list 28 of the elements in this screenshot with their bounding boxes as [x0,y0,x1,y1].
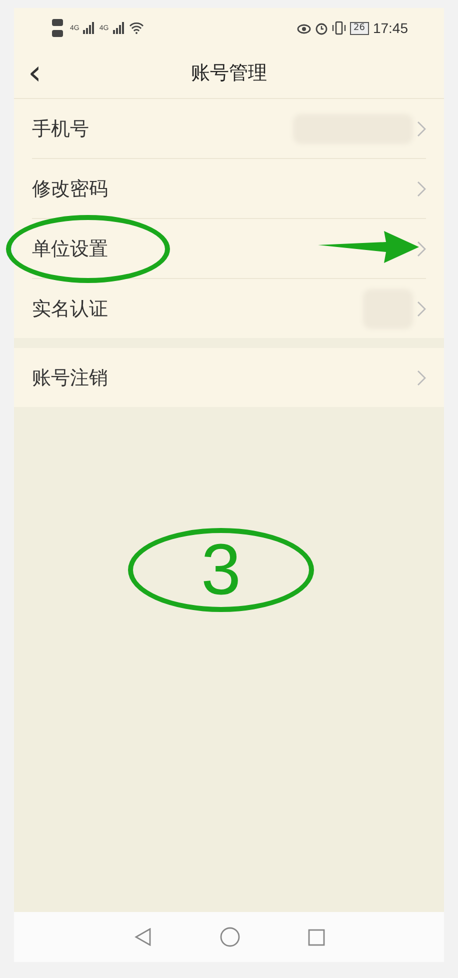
eye-icon [296,22,310,34]
home-icon[interactable] [220,927,240,947]
signal-icon [83,22,96,34]
settings-row[interactable]: 手机号 [32,99,426,159]
battery-level: 26 [350,22,369,34]
row-label: 修改密码 [32,176,108,202]
settings-row[interactable]: 账号注销 [32,348,426,407]
recents-icon[interactable] [308,928,324,946]
chevron-icon [417,300,426,316]
signal-icon [112,22,125,34]
vibrate-icon [332,21,346,35]
row-label: 实名认证 [32,296,108,322]
back-button[interactable]: ‹ [28,53,42,93]
wifi-icon [128,22,144,34]
row-label: 单位设置 [32,236,108,262]
row-label: 手机号 [32,116,89,142]
step-number: 3 [200,534,242,606]
row-label: 账号注销 [32,366,108,390]
clock-time: 17:45 [372,20,408,36]
settings-row[interactable]: 实名认证 [32,279,426,338]
chevron-icon [417,120,426,136]
settings-row[interactable]: 修改密码 [32,159,426,219]
back-icon[interactable] [134,928,152,946]
chevron-icon [417,240,426,256]
page-title: 账号管理 [191,61,267,86]
chevron-icon [417,370,426,386]
chevron-icon [417,180,426,196]
alarm-icon [314,22,328,34]
